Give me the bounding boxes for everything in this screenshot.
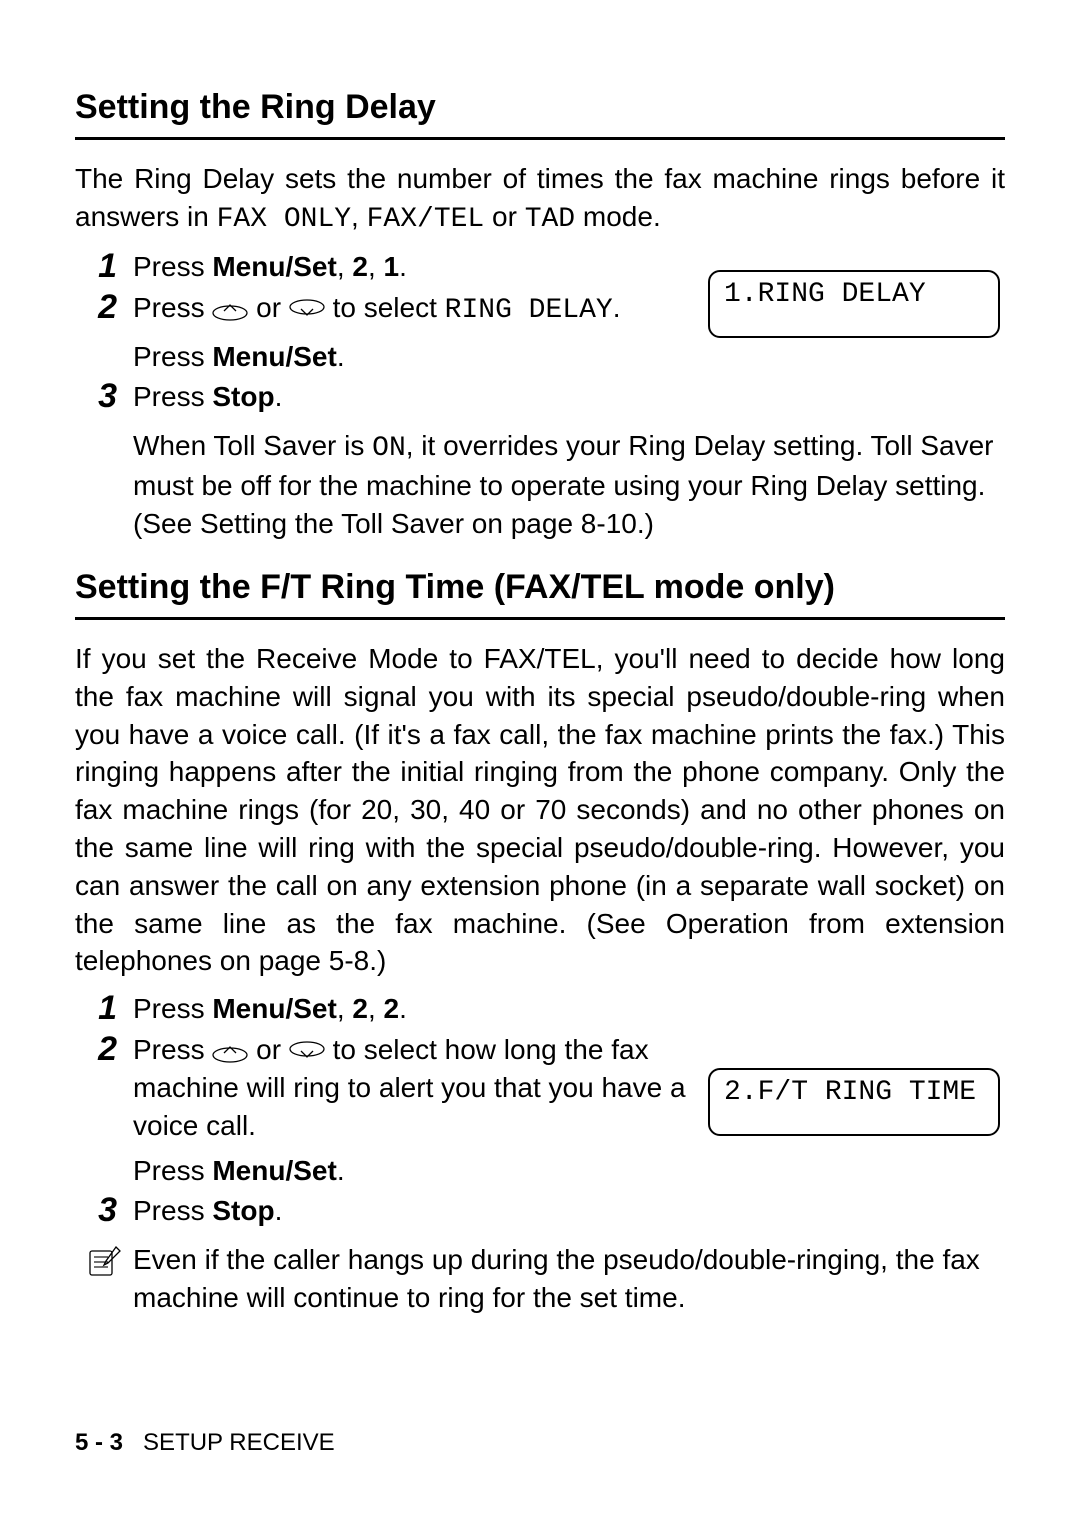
text: Press xyxy=(133,1034,212,1065)
step-text: Press Menu/Set, 2, 2. xyxy=(133,990,1005,1028)
page-number: 5 - 3 xyxy=(75,1429,123,1456)
page-footer: 5 - 3 SETUP RECEIVE xyxy=(75,1427,335,1459)
text: to select xyxy=(325,292,445,323)
lcd-display-ft-ring-time: 2.F/T RING TIME xyxy=(708,1068,1000,1136)
text: on page 5-8.) xyxy=(212,945,386,976)
step-number: 3 xyxy=(98,377,117,415)
text-mode-tad: TAD xyxy=(525,204,575,235)
text: . xyxy=(399,251,407,282)
text: . xyxy=(399,993,407,1024)
text-key: 2 xyxy=(352,251,368,282)
text: Press xyxy=(133,993,212,1024)
text-key-menuset: Menu/Set xyxy=(212,251,336,282)
step-number: 2 xyxy=(98,1030,117,1068)
text: or xyxy=(248,292,288,323)
text: Press xyxy=(133,292,212,323)
text-key-menuset: Menu/Set xyxy=(212,1155,336,1186)
down-arrow-icon xyxy=(289,299,325,321)
lcd-display-ring-delay: 1.RING DELAY xyxy=(708,270,1000,338)
step-text: Press Stop. xyxy=(133,378,1005,416)
text-key-stop: Stop xyxy=(212,381,274,412)
down-arrow-icon xyxy=(289,1041,325,1063)
heading-ft-ring-time: Setting the F/T Ring Time (FAX/TEL mode … xyxy=(75,565,1005,620)
intro-ft-ring-time: If you set the Receive Mode to FAX/TEL, … xyxy=(75,640,1005,980)
step-number: 2 xyxy=(98,288,117,326)
note-toll-saver: When Toll Saver is ON, it overrides your… xyxy=(133,427,1005,543)
text: If you set the Receive Mode to FAX/TEL, … xyxy=(75,643,1005,939)
step-number: 1 xyxy=(98,247,117,285)
text-key: 1 xyxy=(384,251,400,282)
text: . xyxy=(613,292,621,323)
intro-ring-delay: The Ring Delay sets the number of times … xyxy=(75,160,1005,239)
text: When Toll Saver is xyxy=(133,430,372,461)
text: Press xyxy=(133,381,212,412)
text: . xyxy=(337,1155,345,1186)
note-pencil-icon xyxy=(86,1243,122,1279)
step-row: 3 Press Stop. xyxy=(75,1192,1005,1231)
text-key-stop: Stop xyxy=(212,1195,274,1226)
text-value-on: ON xyxy=(372,433,406,464)
step-number: 1 xyxy=(98,989,117,1027)
text: , xyxy=(337,993,353,1024)
text-xref: Setting the Toll Saver xyxy=(200,508,464,539)
text: , xyxy=(368,993,384,1024)
text: . xyxy=(337,341,345,372)
step-number: 3 xyxy=(98,1191,117,1229)
text: , xyxy=(351,201,367,232)
text: Press xyxy=(133,341,212,372)
page-section-label: SETUP RECEIVE xyxy=(143,1429,335,1456)
text: Press xyxy=(133,251,212,282)
note-row: Even if the caller hangs up during the p… xyxy=(75,1241,1005,1317)
text: on page 8-10.) xyxy=(464,508,654,539)
text-key: 2 xyxy=(384,993,400,1024)
up-arrow-icon xyxy=(212,1041,248,1063)
text-key-menuset: Menu/Set xyxy=(212,993,336,1024)
note-text: Even if the caller hangs up during the p… xyxy=(133,1241,1005,1317)
text-mode-faxtel: FAX/TEL xyxy=(367,204,485,235)
heading-ring-delay: Setting the Ring Delay xyxy=(75,85,1005,140)
up-arrow-icon xyxy=(212,299,248,321)
text: . xyxy=(275,1195,283,1226)
text: Press xyxy=(133,1155,212,1186)
text: Press xyxy=(133,1195,212,1226)
text-option: RING DELAY xyxy=(445,295,613,326)
text: , xyxy=(337,251,353,282)
text: mode. xyxy=(575,201,661,232)
text-mode-faxonly: FAX ONLY xyxy=(217,204,351,235)
text: , xyxy=(368,251,384,282)
step-text: Press Stop. xyxy=(133,1192,1005,1230)
text-key-menuset: Menu/Set xyxy=(212,341,336,372)
text-key: 2 xyxy=(352,993,368,1024)
step-row: 3 Press Stop. xyxy=(75,378,1005,417)
text: . xyxy=(275,381,283,412)
text: or xyxy=(248,1034,288,1065)
text: or xyxy=(484,201,524,232)
step-row: 1 Press Menu/Set, 2, 2. xyxy=(75,990,1005,1029)
